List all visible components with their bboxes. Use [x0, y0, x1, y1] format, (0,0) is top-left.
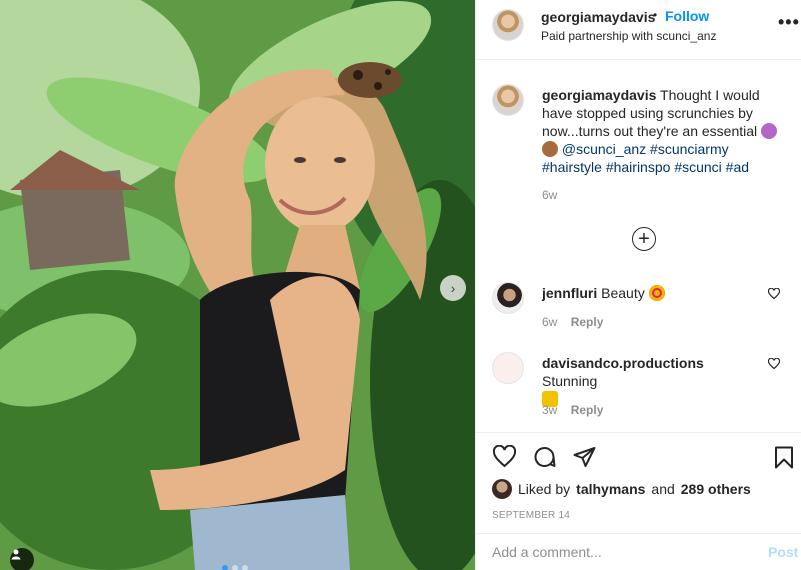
post-comment-button[interactable]: Post [768, 544, 798, 560]
reply-button[interactable]: Reply [571, 403, 604, 417]
author-avatar[interactable] [492, 9, 524, 41]
person-shrugging-emoji-icon [761, 123, 778, 139]
heart-icon[interactable] [768, 358, 780, 370]
carousel-dot [222, 565, 228, 570]
comment-username[interactable]: jennfluri [542, 285, 597, 301]
heart-eyes-emoji-icon [648, 285, 665, 301]
comment-username[interactable]: davisandco.productions [542, 355, 704, 371]
comment-text: davisandco.productions Stunning [542, 354, 762, 408]
post-photo[interactable]: › [0, 0, 475, 570]
mention-link[interactable]: @scunci_anz [562, 141, 646, 157]
post-date[interactable]: SEPTEMBER 14 [492, 510, 570, 521]
liker-avatar[interactable] [492, 479, 512, 499]
comment-meta: 3w Reply [542, 403, 603, 417]
carousel-dot [242, 565, 248, 570]
post-actions: Liked by talhymans and 289 others SEPTEM… [476, 432, 801, 570]
comment-time[interactable]: 6w [542, 315, 557, 329]
hashtag-link[interactable]: #hairinspo [606, 159, 671, 175]
comment-text: jennfluri Beauty [542, 284, 762, 302]
chevron-right-icon[interactable]: › [440, 275, 466, 301]
hashtag-link[interactable]: #scunciarmy [650, 141, 729, 157]
comment-body: Beauty [601, 285, 645, 301]
comment-time[interactable]: 3w [542, 403, 557, 417]
hashtag-link[interactable]: #ad [726, 159, 749, 175]
reply-button[interactable]: Reply [571, 315, 604, 329]
likes-summary: Liked by talhymans and 289 others [492, 479, 751, 499]
hashtag-link[interactable]: #scunci [674, 159, 721, 175]
caption-text: georgiamaydavis Thought I would have sto… [542, 86, 792, 176]
liker-username[interactable]: talhymans [576, 481, 645, 497]
add-comment-bar: Post [476, 533, 801, 570]
likes-others-link[interactable]: 289 others [681, 481, 751, 497]
likes-prefix: Liked by [518, 481, 571, 497]
photo-illustration [0, 0, 475, 570]
monkey-emoji-icon [542, 141, 558, 157]
comment-icon[interactable] [532, 445, 557, 469]
post-panel: georgiamaydavis • Follow Paid partnershi… [475, 0, 801, 570]
comment-input[interactable] [492, 544, 742, 560]
user-tag-icon[interactable] [10, 548, 34, 570]
separator-dot: • [653, 8, 658, 22]
comment-meta: 6w Reply [542, 315, 603, 329]
bookmark-icon[interactable] [772, 445, 796, 470]
partnership-prefix: Paid partnership with [541, 29, 654, 43]
commenter-avatar[interactable] [492, 282, 524, 314]
caption-time[interactable]: 6w [542, 188, 557, 202]
share-icon[interactable] [572, 445, 597, 469]
comment-body: Stunning [542, 373, 598, 389]
heart-icon[interactable] [768, 288, 780, 300]
partner-link[interactable]: scunci_anz [656, 29, 716, 43]
author-username[interactable]: georgiamaydavis [541, 9, 655, 25]
caption-avatar[interactable] [492, 84, 524, 116]
follow-button[interactable]: Follow [665, 8, 709, 24]
carousel-dots [222, 565, 248, 570]
likes-and: and [651, 481, 675, 497]
heart-icon[interactable] [492, 445, 517, 469]
commenter-avatar[interactable] [492, 352, 524, 384]
hashtag-link[interactable]: #hairstyle [542, 159, 602, 175]
carousel-dot [232, 565, 238, 570]
more-icon[interactable]: ••• [778, 12, 800, 33]
caption-username[interactable]: georgiamaydavis [542, 87, 656, 103]
post-header: georgiamaydavis • Follow Paid partnershi… [476, 0, 801, 60]
plus-circle-icon[interactable]: + [632, 227, 656, 251]
paid-partnership-label: Paid partnership with scunci_anz [541, 29, 716, 43]
